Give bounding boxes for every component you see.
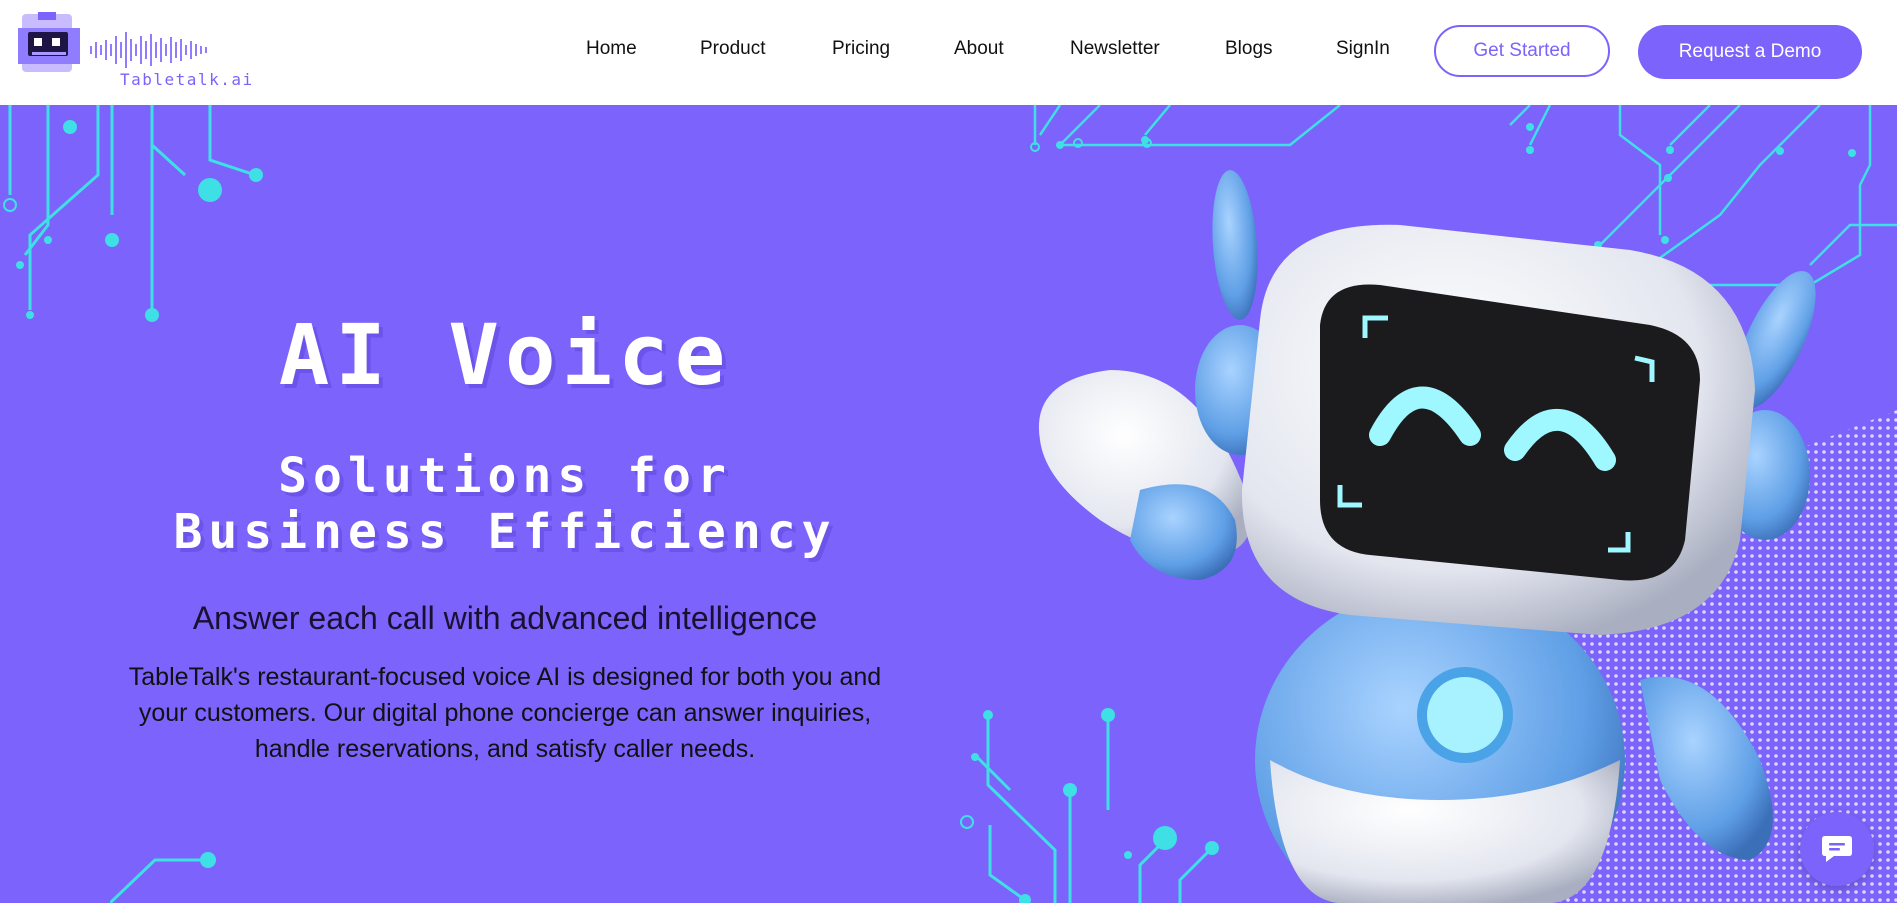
nav-product[interactable]: Product	[700, 38, 765, 60]
chat-bubble-icon	[1822, 836, 1852, 862]
hero-subtitle-line1: Solutions for	[278, 448, 732, 504]
nav-about[interactable]: About	[954, 38, 1004, 60]
chat-button[interactable]	[1800, 812, 1874, 886]
hero-section: AI Voice Solutions for Business Efficien…	[100, 290, 910, 767]
circuit-decoration-bottom-left	[110, 852, 216, 903]
hero-subtitle-line2: Business Efficiency	[173, 504, 837, 560]
nav-home[interactable]: Home	[586, 38, 637, 60]
nav-newsletter[interactable]: Newsletter	[1070, 38, 1160, 60]
nav-pricing[interactable]: Pricing	[832, 38, 890, 60]
get-started-button[interactable]: Get Started	[1434, 25, 1610, 77]
request-demo-button[interactable]: Request a Demo	[1638, 25, 1862, 79]
header: Tabletalk.ai Home Product Pricing About …	[0, 0, 1897, 105]
hero-description: TableTalk's restaurant-focused voice AI …	[128, 663, 882, 763]
robot-mascot-illustration	[1038, 170, 1897, 903]
hero-tagline: Answer each call with advanced intellige…	[192, 600, 818, 636]
nav-blogs[interactable]: Blogs	[1225, 38, 1273, 60]
hero-title: AI Voice	[278, 306, 732, 404]
brand-name: Tabletalk.ai	[120, 70, 254, 89]
hero-subtitle: Solutions for Business Efficiency	[100, 448, 910, 560]
nav-signin[interactable]: SignIn	[1336, 38, 1390, 60]
